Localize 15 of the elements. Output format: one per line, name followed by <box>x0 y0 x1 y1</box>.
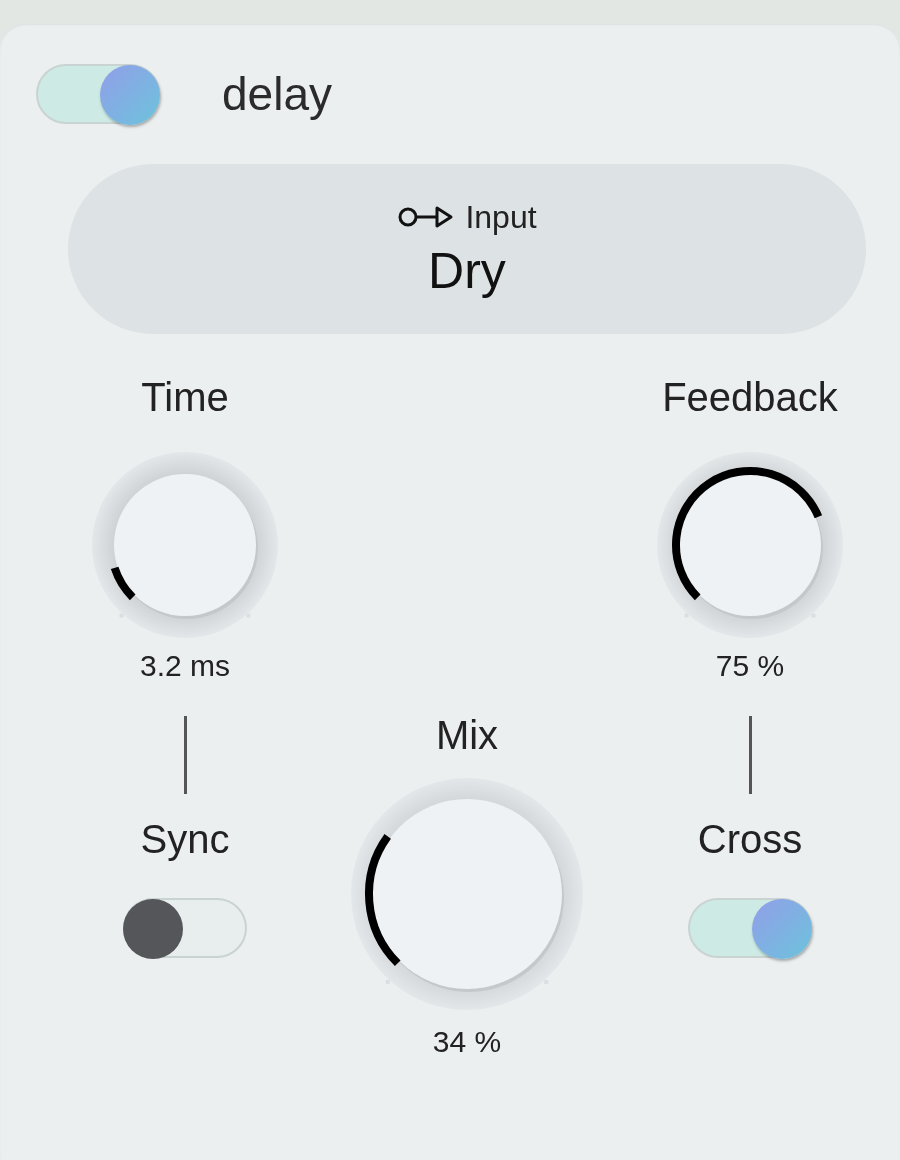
power-toggle[interactable] <box>36 64 160 124</box>
knob-label: Time <box>141 374 229 420</box>
knob-label: Mix <box>435 712 499 758</box>
toggle-switch[interactable] <box>123 898 247 958</box>
knob-value: 34 % <box>432 1024 502 1060</box>
module-title: delay <box>222 67 332 121</box>
knob-value: 3.2 ms <box>140 648 230 684</box>
input-value: Dry <box>428 241 506 300</box>
switch-label: Cross <box>697 816 803 862</box>
switch-label: Sync <box>140 816 230 862</box>
input-selector[interactable]: Input Dry <box>68 164 866 334</box>
toggle-switch[interactable] <box>688 898 812 958</box>
knob-label: Feedback <box>662 374 838 420</box>
knob-value: 75 % <box>715 648 785 684</box>
input-label: Input <box>465 198 537 236</box>
